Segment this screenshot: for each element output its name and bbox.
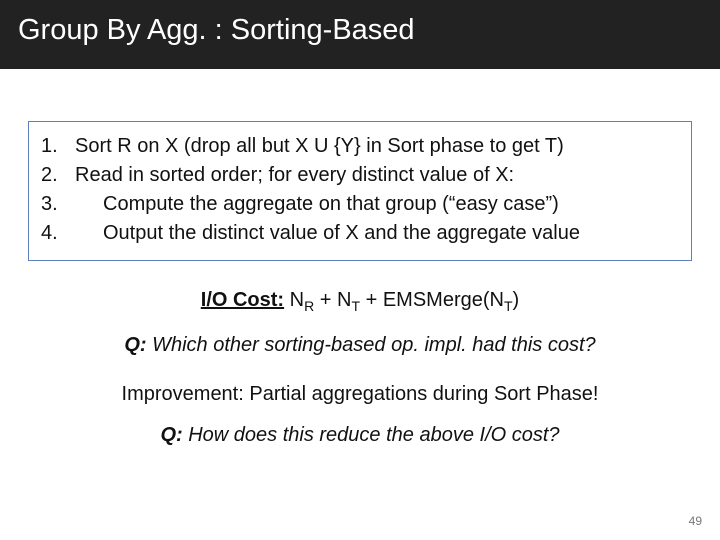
io-cost-mid2: + EMSMerge(N <box>360 289 504 311</box>
io-cost-pre: N <box>284 289 304 311</box>
step-number: 3. <box>41 190 75 219</box>
step-text: Compute the aggregate on that group (“ea… <box>75 190 679 219</box>
q-text: Which other sorting-based op. impl. had … <box>147 334 596 356</box>
slide-content: 1. Sort R on X (drop all but X U {Y} in … <box>0 69 720 447</box>
io-cost-mid1: + N <box>314 289 351 311</box>
question-2: Q: How does this reduce the above I/O co… <box>28 424 692 447</box>
question-1: Q: Which other sorting-based op. impl. h… <box>28 334 692 357</box>
step-text: Output the distinct value of X and the a… <box>75 219 679 248</box>
io-cost-post: ) <box>513 289 520 311</box>
step-text: Read in sorted order; for every distinct… <box>75 161 679 190</box>
improvement-line: Improvement: Partial aggregations during… <box>28 383 692 406</box>
io-cost-sub1: R <box>304 298 314 314</box>
algorithm-box: 1. Sort R on X (drop all but X U {Y} in … <box>28 121 692 261</box>
slide-title-bar: Group By Agg. : Sorting-Based <box>0 0 720 69</box>
io-cost-sub2: T <box>351 298 360 314</box>
io-cost-label: I/O Cost: <box>201 289 284 311</box>
slide-title: Group By Agg. : Sorting-Based <box>18 14 415 46</box>
step-number: 2. <box>41 161 75 190</box>
algorithm-step: 3. Compute the aggregate on that group (… <box>41 190 679 219</box>
q-label: Q: <box>160 424 182 446</box>
step-text: Sort R on X (drop all but X U {Y} in Sor… <box>75 132 679 161</box>
step-number: 1. <box>41 132 75 161</box>
step-number: 4. <box>41 219 75 248</box>
q-label: Q: <box>124 334 146 356</box>
page-number: 49 <box>689 514 702 528</box>
algorithm-step: 2. Read in sorted order; for every disti… <box>41 161 679 190</box>
improvement-text: Improvement: Partial aggregations during… <box>122 383 599 405</box>
io-cost-line: I/O Cost: NR + NT + EMSMerge(NT) <box>28 289 692 314</box>
io-cost-sub3: T <box>504 298 513 314</box>
algorithm-step: 4. Output the distinct value of X and th… <box>41 219 679 248</box>
algorithm-list: 1. Sort R on X (drop all but X U {Y} in … <box>41 132 679 248</box>
q-text: How does this reduce the above I/O cost? <box>183 424 560 446</box>
algorithm-step: 1. Sort R on X (drop all but X U {Y} in … <box>41 132 679 161</box>
